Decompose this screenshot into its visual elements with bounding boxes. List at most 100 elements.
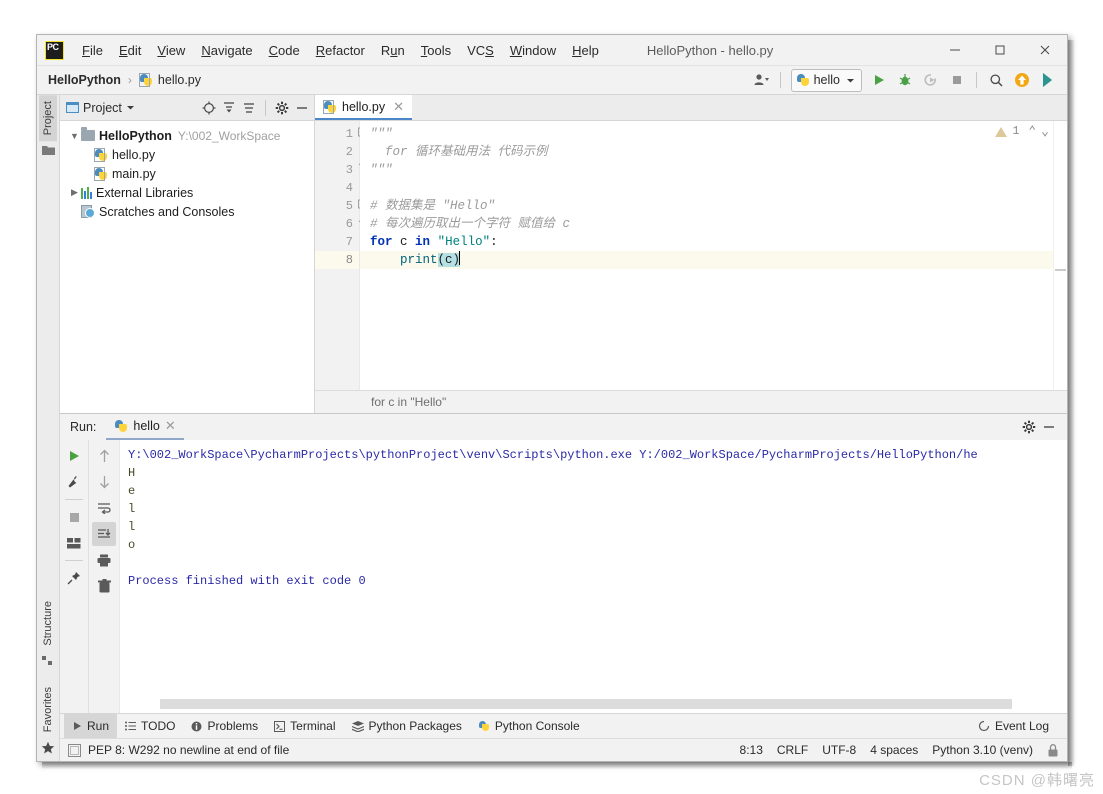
- bottom-tab-run[interactable]: Run: [64, 714, 118, 738]
- chevron-down-icon[interactable]: ▼: [68, 131, 81, 141]
- chevron-down-icon[interactable]: ⌄: [1041, 124, 1049, 139]
- python-file-icon: [138, 73, 153, 87]
- scroll-down-icon[interactable]: [92, 470, 116, 494]
- scroll-up-icon[interactable]: [92, 444, 116, 468]
- stop-icon[interactable]: [62, 505, 86, 529]
- console-line: Process finished with exit code 0: [128, 574, 366, 588]
- inner-split: Project ▼ HelloPython Y:\002_WorkSpace h…: [60, 95, 1067, 761]
- menu-item-edit[interactable]: Edit: [111, 40, 149, 61]
- editor-breadcrumb: for c in "Hello": [315, 390, 1067, 413]
- sidebar-item-favorites[interactable]: Favorites: [39, 681, 57, 738]
- sidebar-item-structure[interactable]: Structure: [39, 595, 57, 652]
- chevron-right-icon[interactable]: ▶: [68, 187, 81, 198]
- star-icon[interactable]: [41, 741, 55, 755]
- window-controls: [932, 35, 1067, 65]
- menu-item-tools[interactable]: Tools: [413, 40, 459, 61]
- scroll-from-source-icon[interactable]: [199, 98, 219, 118]
- update-project-icon[interactable]: [1010, 69, 1034, 91]
- minimize-icon[interactable]: [1039, 417, 1059, 437]
- gear-icon[interactable]: [1019, 417, 1039, 437]
- console-horizontal-scrollbar[interactable]: [160, 699, 1012, 709]
- bottom-tab-todo[interactable]: TODO: [117, 714, 183, 738]
- run-tab-hello[interactable]: hello ✕: [106, 414, 184, 440]
- menu-item-run[interactable]: Run: [373, 40, 413, 61]
- sidebar-item-project[interactable]: Project: [39, 95, 57, 142]
- structure-icon[interactable]: [42, 655, 54, 666]
- chevron-up-icon[interactable]: ⌃: [1028, 124, 1036, 139]
- library-icon: [81, 186, 92, 199]
- trash-icon[interactable]: [92, 574, 116, 598]
- menu-item-help[interactable]: Help: [564, 40, 607, 61]
- menu-item-code[interactable]: Code: [261, 40, 308, 61]
- event-log-button[interactable]: Event Log: [970, 714, 1057, 738]
- bottom-bar-right: Event Log: [970, 714, 1067, 738]
- menu-item-window[interactable]: Window: [502, 40, 564, 61]
- menu-item-view[interactable]: View: [149, 40, 193, 61]
- close-icon[interactable]: ✕: [165, 418, 176, 434]
- project-folder-icon[interactable]: [41, 144, 55, 156]
- breadcrumb-project[interactable]: HelloPython: [45, 71, 124, 89]
- menu-item-navigate[interactable]: Navigate: [193, 40, 260, 61]
- bottom-tab-python-packages[interactable]: Python Packages: [344, 714, 470, 738]
- python-interpreter[interactable]: Python 3.10 (venv): [932, 743, 1033, 757]
- debug-button[interactable]: [893, 69, 917, 91]
- code-content[interactable]: """ for 循环基础用法 代码示例 """ # 数据集是 "Hello" #…: [360, 121, 1067, 390]
- folder-icon: [81, 127, 95, 141]
- run-button[interactable]: [867, 69, 891, 91]
- search-everywhere-icon[interactable]: [984, 69, 1008, 91]
- editor-scrollbar[interactable]: [1053, 121, 1067, 390]
- tree-node-label: Scratches and Consoles: [99, 204, 235, 219]
- main-body: Project Structure Favorites Project ▼ He…: [37, 95, 1067, 761]
- layout-icon[interactable]: [62, 531, 86, 555]
- scroll-to-end-icon[interactable]: [92, 522, 116, 546]
- tree-node-main-py[interactable]: main.py: [60, 164, 314, 183]
- soft-wrap-icon[interactable]: [92, 496, 116, 520]
- file-encoding[interactable]: UTF-8: [822, 743, 856, 757]
- run-configuration-selector[interactable]: hello: [790, 68, 862, 92]
- pin-icon[interactable]: [62, 566, 86, 590]
- left-tool-strip: Project Structure Favorites: [37, 95, 60, 761]
- problems-icon: [191, 721, 202, 731]
- close-button[interactable]: [1022, 35, 1067, 65]
- maximize-button[interactable]: [977, 35, 1022, 65]
- gear-icon[interactable]: [272, 98, 292, 118]
- console-line: H: [128, 466, 136, 480]
- run-console-output[interactable]: Y:\002_WorkSpace\PycharmProjects\pythonP…: [119, 440, 1067, 713]
- line-separator[interactable]: CRLF: [777, 743, 808, 757]
- tree-node-external-libraries[interactable]: ▶ External Libraries: [60, 183, 314, 202]
- menu-item-refactor[interactable]: Refactor: [308, 40, 373, 61]
- expand-all-icon[interactable]: [219, 98, 239, 118]
- caret-position[interactable]: 8:13: [740, 743, 763, 757]
- search-button-green[interactable]: [1036, 69, 1060, 91]
- tree-node-hello-py[interactable]: hello.py: [60, 145, 314, 164]
- pycharm-window: File Edit View Navigate Code Refactor Ru…: [36, 34, 1068, 762]
- tree-node-hellopython[interactable]: ▼ HelloPython Y:\002_WorkSpace: [60, 126, 314, 145]
- chevron-down-icon[interactable]: [126, 103, 135, 112]
- close-icon[interactable]: ✕: [393, 99, 404, 115]
- status-bar: PEP 8: W292 no newline at end of file 8:…: [60, 738, 1067, 761]
- wrench-icon[interactable]: [62, 470, 86, 494]
- menu-item-vcs[interactable]: VCS: [459, 40, 502, 61]
- inspection-status-icon[interactable]: [68, 743, 81, 757]
- line-number: 2: [345, 145, 353, 159]
- run-with-coverage-button[interactable]: [919, 69, 943, 91]
- stop-button[interactable]: [945, 69, 969, 91]
- minimize-button[interactable]: [932, 35, 977, 65]
- bottom-tab-terminal[interactable]: Terminal: [266, 714, 343, 738]
- user-account-icon[interactable]: [749, 69, 773, 91]
- editor-tab-hello-py[interactable]: hello.py ✕: [315, 95, 412, 120]
- status-bar-right: 8:13 CRLF UTF-8 4 spaces Python 3.10 (ve…: [740, 743, 1059, 757]
- hide-panel-icon[interactable]: [292, 98, 312, 118]
- bottom-tab-problems[interactable]: Problems: [183, 714, 266, 738]
- bottom-tab-python-console[interactable]: Python Console: [470, 714, 588, 738]
- inspection-widget[interactable]: 1 ⌃ ⌄: [995, 124, 1049, 139]
- tree-node-scratches[interactable]: Scratches and Consoles: [60, 202, 314, 221]
- breadcrumb-file[interactable]: hello.py: [136, 71, 204, 89]
- print-icon[interactable]: [92, 548, 116, 572]
- collapse-all-icon[interactable]: [239, 98, 259, 118]
- menu-item-file[interactable]: File: [74, 40, 111, 61]
- lock-icon[interactable]: [1047, 743, 1059, 757]
- rerun-icon[interactable]: [62, 444, 86, 468]
- indent-setting[interactable]: 4 spaces: [870, 743, 918, 757]
